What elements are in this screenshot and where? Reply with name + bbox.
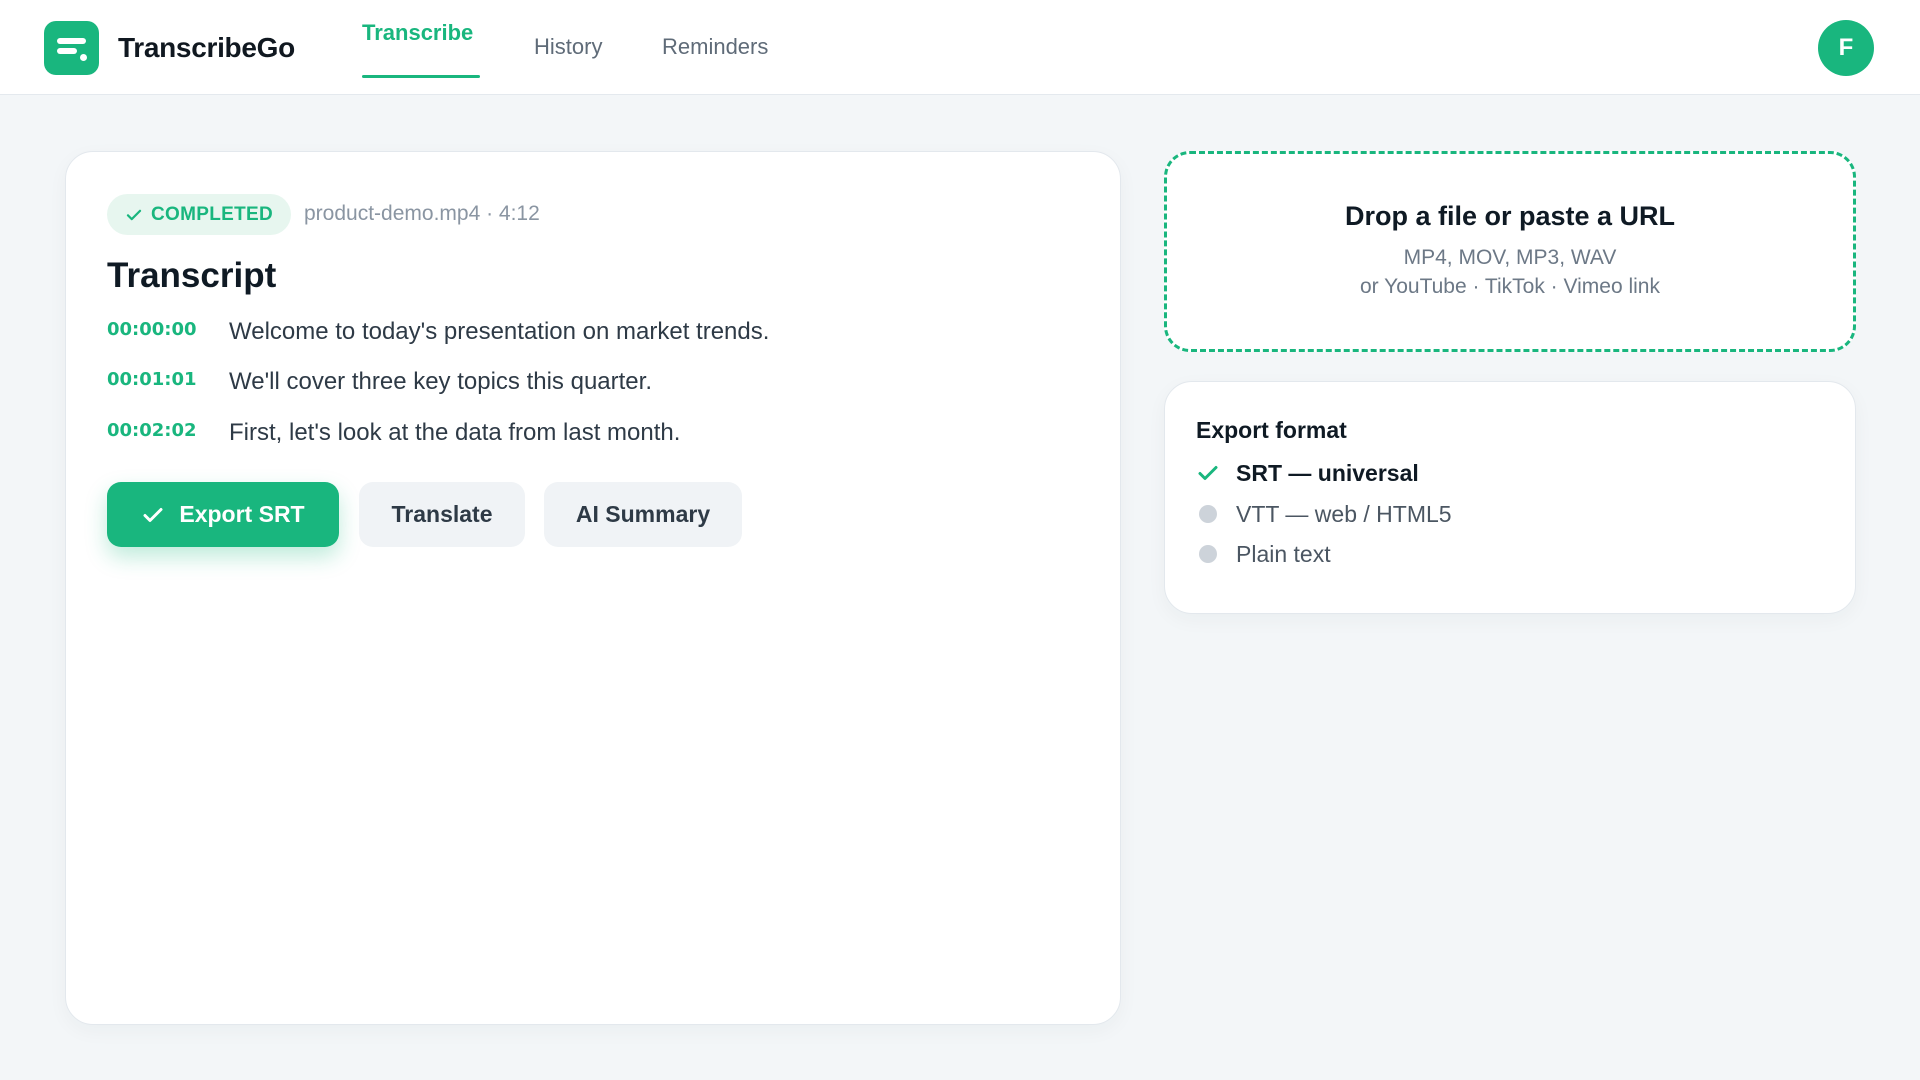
logo-line-icon xyxy=(57,38,86,44)
drop-zone-formats: MP4, MOV, MP3, WAV xyxy=(1403,246,1617,269)
export-option-vtt[interactable]: VTT — web / HTML5 xyxy=(1196,499,1452,529)
tab-reminders[interactable]: Reminders xyxy=(662,34,768,60)
check-icon xyxy=(126,209,142,220)
logo-dot-icon xyxy=(80,54,87,61)
export-option-plain-text[interactable]: Plain text xyxy=(1196,539,1331,569)
export-srt-button[interactable]: Export SRT xyxy=(107,482,339,547)
check-icon xyxy=(143,507,163,522)
segment-text: Welcome to today's presentation on marke… xyxy=(229,318,770,345)
app-logo-icon[interactable] xyxy=(44,21,99,75)
segment-timestamp[interactable]: 00:00:00 xyxy=(107,319,197,340)
tab-history[interactable]: History xyxy=(534,34,602,60)
app-name: TranscribeGo xyxy=(118,32,295,63)
top-navigation-bar: TranscribeGo Transcribe History Reminder… xyxy=(0,0,1920,95)
status-badge: COMPLETED xyxy=(107,194,291,235)
radio-dot-icon xyxy=(1199,545,1217,563)
export-option-label: VTT — web / HTML5 xyxy=(1236,500,1452,527)
export-option-srt[interactable]: SRT — universal xyxy=(1196,458,1419,488)
user-avatar[interactable]: F xyxy=(1818,20,1874,76)
export-option-label: Plain text xyxy=(1236,540,1331,567)
tab-transcribe[interactable]: Transcribe xyxy=(362,20,473,46)
export-srt-label: Export SRT xyxy=(179,501,305,527)
ai-summary-button[interactable]: AI Summary xyxy=(544,482,742,547)
segment-timestamp[interactable]: 00:02:02 xyxy=(107,420,197,441)
export-format-title: Export format xyxy=(1196,417,1347,443)
export-format-card xyxy=(1164,381,1856,614)
transcript-title: Transcript xyxy=(107,256,277,295)
active-tab-indicator xyxy=(362,75,480,78)
segment-timestamp[interactable]: 00:01:01 xyxy=(107,369,197,390)
segment-text: First, let's look at the data from last … xyxy=(229,419,681,446)
drop-zone-title: Drop a file or paste a URL xyxy=(1344,201,1676,231)
status-label: COMPLETED xyxy=(151,203,273,225)
file-meta: product-demo.mp4 · 4:12 xyxy=(304,202,540,225)
logo-line-icon xyxy=(57,48,77,54)
drop-zone-links: or YouTube · TikTok · Vimeo link xyxy=(1360,275,1660,298)
translate-button[interactable]: Translate xyxy=(359,482,525,547)
check-icon xyxy=(1198,466,1218,480)
export-option-label: SRT — universal xyxy=(1236,459,1419,486)
radio-dot-icon xyxy=(1199,505,1217,523)
segment-text: We'll cover three key topics this quarte… xyxy=(229,368,652,395)
